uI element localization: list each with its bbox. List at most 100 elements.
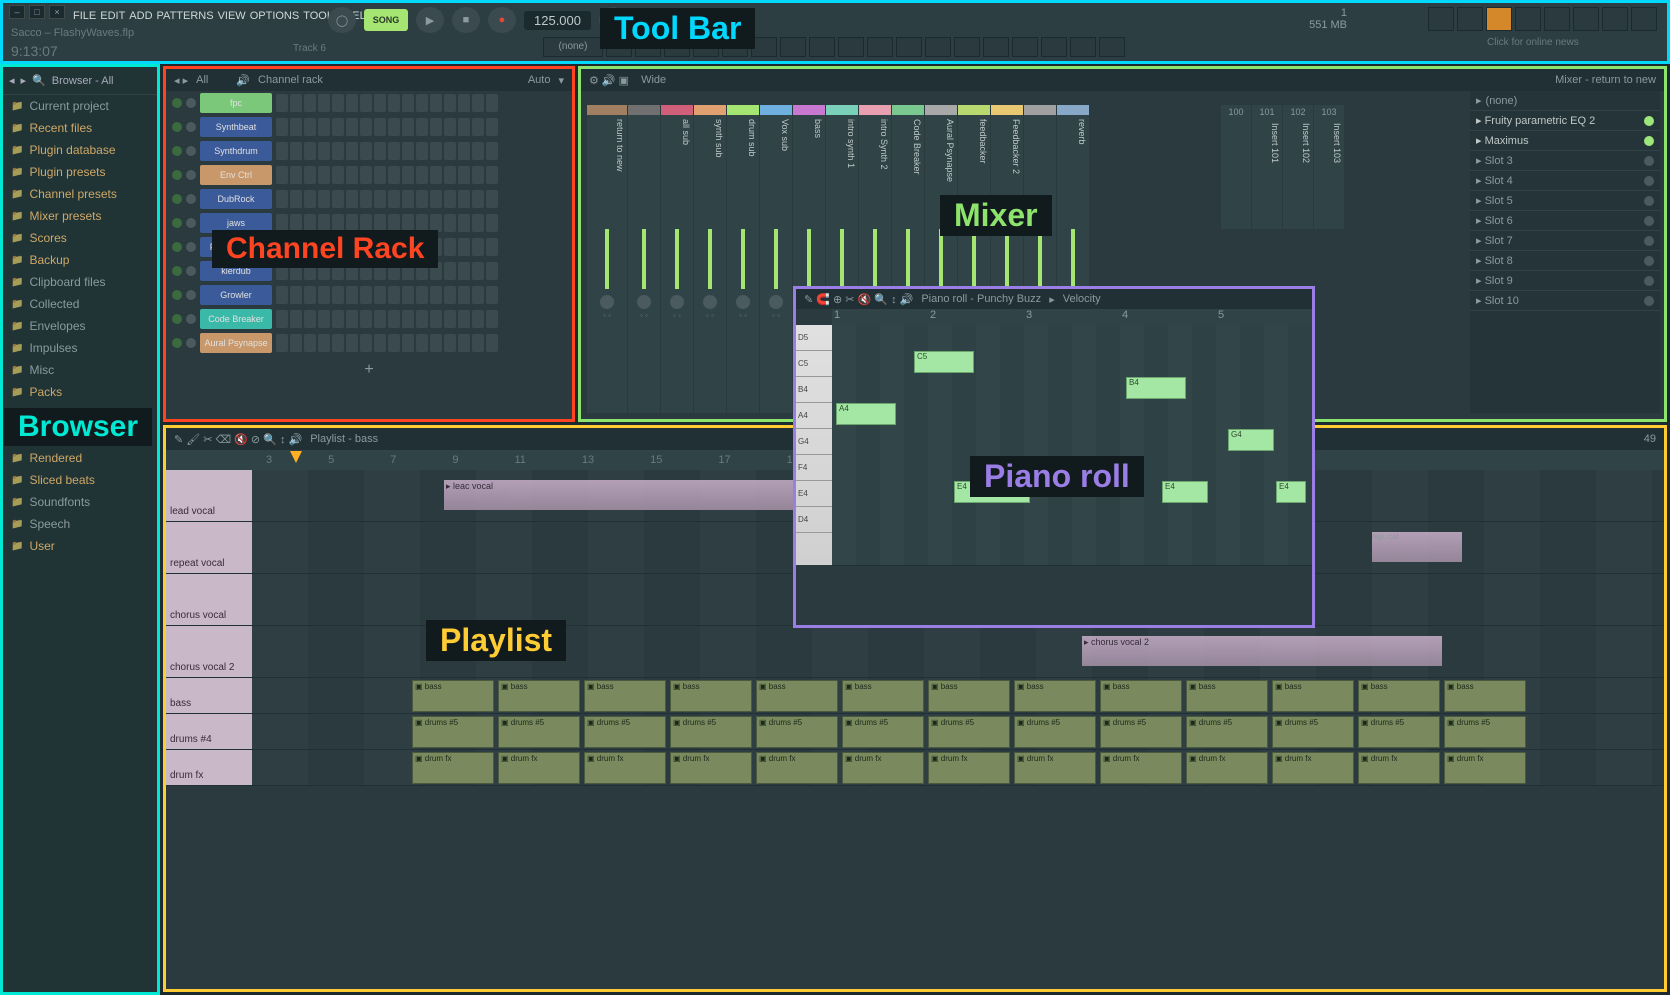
- insert-slot[interactable]: ▸ Slot 6: [1470, 211, 1660, 231]
- channel-button[interactable]: Synthbeat: [200, 117, 272, 137]
- channel-led[interactable]: [172, 122, 182, 132]
- channel-button[interactable]: Growler: [200, 285, 272, 305]
- tool-icon[interactable]: [1573, 7, 1599, 31]
- channel-button[interactable]: Env Ctrl: [200, 165, 272, 185]
- step[interactable]: [486, 334, 498, 352]
- pattern-clip[interactable]: ▣ drums #5: [498, 716, 580, 748]
- playhead-marker[interactable]: [290, 451, 302, 463]
- step[interactable]: [486, 94, 498, 112]
- piano-key[interactable]: A4: [796, 403, 832, 429]
- step[interactable]: [360, 142, 372, 160]
- step[interactable]: [416, 166, 428, 184]
- browser-item[interactable]: Current project: [3, 95, 157, 117]
- mixer-track[interactable]: Vox sub◦ ◦: [760, 105, 792, 413]
- channel-led[interactable]: [172, 170, 182, 180]
- note[interactable]: G4: [1228, 429, 1274, 451]
- insert-slot[interactable]: ▸ Slot 7: [1470, 231, 1660, 251]
- minimize-icon[interactable]: –: [9, 5, 25, 19]
- step[interactable]: [430, 286, 442, 304]
- step[interactable]: [486, 238, 498, 256]
- step[interactable]: [332, 142, 344, 160]
- fader[interactable]: [873, 229, 877, 289]
- channel-button[interactable]: Aural Psynapse: [200, 333, 272, 353]
- step[interactable]: [304, 166, 316, 184]
- pattern-clip[interactable]: ▣ drum fx: [756, 752, 838, 784]
- step[interactable]: [388, 310, 400, 328]
- track-lane[interactable]: ▣ drum fx▣ drum fx▣ drum fx▣ drum fx▣ dr…: [252, 750, 1664, 785]
- step[interactable]: [346, 142, 358, 160]
- step[interactable]: [444, 286, 456, 304]
- tool-icon[interactable]: [780, 37, 806, 57]
- pianoroll-grid[interactable]: A4C5E4B4E4G4E4: [832, 325, 1312, 565]
- step[interactable]: [290, 142, 302, 160]
- step[interactable]: [276, 166, 288, 184]
- step[interactable]: [430, 142, 442, 160]
- step[interactable]: [472, 94, 484, 112]
- pan-knob[interactable]: [703, 295, 717, 309]
- menu-patterns[interactable]: PATTERNS: [157, 10, 214, 22]
- step[interactable]: [472, 262, 484, 280]
- step[interactable]: [388, 142, 400, 160]
- pattern-clip[interactable]: ▣ drums #5: [842, 716, 924, 748]
- step[interactable]: [388, 190, 400, 208]
- pattern-clip[interactable]: ▣ drums #5: [584, 716, 666, 748]
- step[interactable]: [304, 310, 316, 328]
- step[interactable]: [472, 118, 484, 136]
- browser-fwd-icon[interactable]: ▸: [21, 74, 27, 87]
- pattern-clip[interactable]: ▣ bass: [1272, 680, 1354, 712]
- step[interactable]: [318, 310, 330, 328]
- tool-icon[interactable]: [896, 37, 922, 57]
- pattern-clip[interactable]: ▣ drum fx: [1272, 752, 1354, 784]
- step[interactable]: [444, 190, 456, 208]
- channel-led[interactable]: [172, 146, 182, 156]
- fader[interactable]: [1005, 229, 1009, 289]
- fader[interactable]: [708, 229, 712, 289]
- step[interactable]: [416, 190, 428, 208]
- pan-knob[interactable]: [769, 295, 783, 309]
- view-mixer-icon[interactable]: [1515, 7, 1541, 31]
- step[interactable]: [374, 166, 386, 184]
- insert-slot[interactable]: ▸ Slot 3: [1470, 151, 1660, 171]
- step[interactable]: [276, 142, 288, 160]
- step[interactable]: [444, 166, 456, 184]
- pattern-clip[interactable]: ▣ bass: [670, 680, 752, 712]
- step[interactable]: [318, 94, 330, 112]
- view-pianoroll-icon[interactable]: [1457, 7, 1483, 31]
- channel-mute[interactable]: [186, 290, 196, 300]
- mixer-track[interactable]: drum sub◦ ◦: [727, 105, 759, 413]
- insert-slot[interactable]: ▸ Maximus: [1470, 131, 1660, 151]
- step[interactable]: [332, 286, 344, 304]
- step[interactable]: [374, 94, 386, 112]
- step[interactable]: [290, 166, 302, 184]
- tool-icon[interactable]: [1070, 37, 1096, 57]
- news-bar[interactable]: Click for online news: [1487, 37, 1657, 48]
- mixer-track[interactable]: return to new◦ ◦: [587, 105, 627, 413]
- step[interactable]: [444, 118, 456, 136]
- view-playlist-icon[interactable]: [1428, 7, 1454, 31]
- note[interactable]: B4: [1126, 377, 1186, 399]
- mixer-send-track[interactable]: 102Insert 102: [1283, 105, 1313, 229]
- step[interactable]: [430, 190, 442, 208]
- stop-button[interactable]: ■: [452, 7, 480, 33]
- step[interactable]: [458, 310, 470, 328]
- step[interactable]: [402, 94, 414, 112]
- piano-key[interactable]: D4: [796, 507, 832, 533]
- channel-mute[interactable]: [186, 218, 196, 228]
- step[interactable]: [346, 94, 358, 112]
- browser-item[interactable]: Recent files: [3, 117, 157, 139]
- fader[interactable]: [741, 229, 745, 289]
- pattern-clip[interactable]: ▣ bass: [1100, 680, 1182, 712]
- tool-icon[interactable]: [925, 37, 951, 57]
- browser-item[interactable]: Backup: [3, 249, 157, 271]
- step[interactable]: [416, 310, 428, 328]
- menu-add[interactable]: ADD: [129, 10, 152, 22]
- step[interactable]: [374, 334, 386, 352]
- step[interactable]: [346, 334, 358, 352]
- step[interactable]: [416, 334, 428, 352]
- fader[interactable]: [605, 229, 609, 289]
- tool-icon[interactable]: [867, 37, 893, 57]
- step[interactable]: [374, 190, 386, 208]
- pattern-clip[interactable]: ▣ drum fx: [670, 752, 752, 784]
- step[interactable]: [318, 166, 330, 184]
- step[interactable]: [416, 94, 428, 112]
